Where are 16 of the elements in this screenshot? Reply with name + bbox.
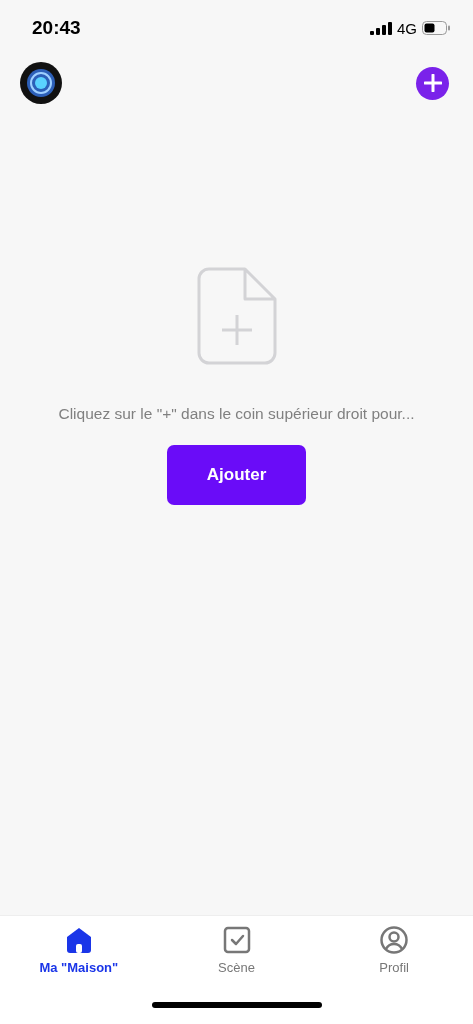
status-time: 20:43 [32,17,81,39]
user-icon [380,926,409,954]
checkbox-icon [222,926,251,954]
logo-icon[interactable] [20,62,62,104]
tab[interactable]: Ma "Maison" [0,916,158,998]
add-button[interactable] [416,66,449,100]
new-document-icon [196,267,277,365]
house-icon [64,926,93,954]
network-label: 4G [397,19,417,37]
empty-message: Cliquez sur le "+" dans le coin supérieur droit pour... [58,405,415,423]
plus-icon [423,74,442,92]
add-button[interactable]: Ajouter [167,445,306,505]
battery-icon [422,21,451,35]
tab[interactable]: Scène [157,916,316,998]
signal-icon [370,21,392,35]
tab[interactable]: Profil [315,916,473,998]
